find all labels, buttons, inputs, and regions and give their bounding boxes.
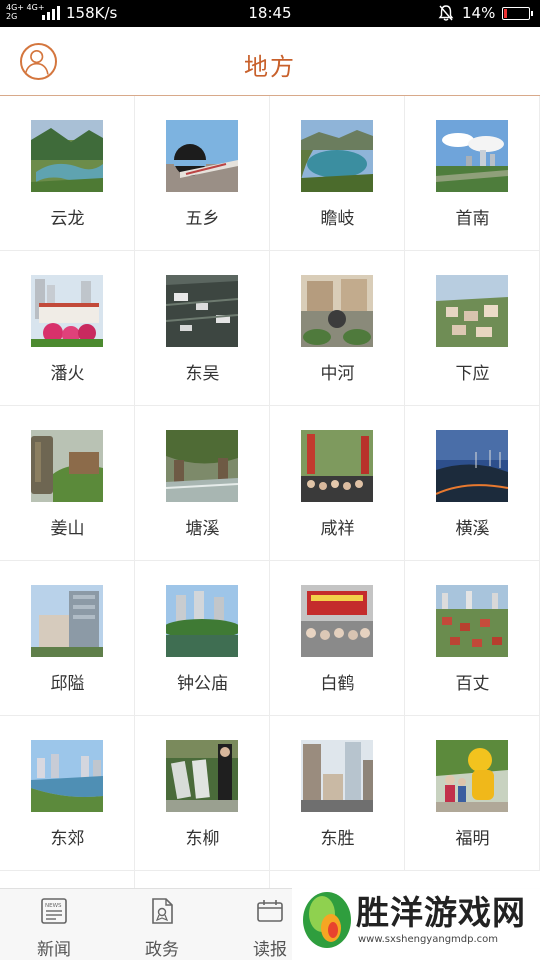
place-item[interactable]: 中河 — [270, 251, 405, 406]
mountain-lake-photo — [31, 120, 103, 192]
place-item[interactable]: 东胜 — [270, 716, 405, 871]
place-label: 姜山 — [50, 519, 85, 539]
park-towers-photo — [166, 585, 238, 657]
place-item[interactable]: 东柳 — [135, 716, 270, 871]
place-label: 中河 — [320, 364, 355, 384]
street-towers-photo — [301, 740, 373, 812]
place-label: 东柳 — [185, 829, 220, 849]
stage-crowd-photo — [301, 585, 373, 657]
place-label: 邱隘 — [50, 674, 85, 694]
stream-photo — [166, 430, 238, 502]
place-label: 东胜 — [320, 829, 355, 849]
place-item[interactable]: 五乡 — [135, 96, 270, 251]
place-label: 潘火 — [50, 364, 85, 384]
place-label: 钟公庙 — [177, 674, 228, 694]
watermark: 胜洋游戏网 www.sxshengyangmdp.com — [292, 878, 540, 960]
nav-label-news: 新闻 — [37, 940, 71, 960]
clock: 18:45 — [248, 4, 292, 22]
festival-crowd-photo — [301, 430, 373, 502]
place-item[interactable]: 潘火 — [0, 251, 135, 406]
place-label: 塘溪 — [185, 519, 220, 539]
lion-dance-photo — [436, 740, 508, 812]
place-item[interactable]: 东郊 — [0, 716, 135, 871]
nav-label-government: 政务 — [145, 940, 179, 960]
watermark-logo-icon — [303, 892, 351, 948]
reader-icon — [257, 900, 283, 922]
place-label: 五乡 — [185, 209, 220, 229]
nav-item-government[interactable]: 政务 — [108, 889, 216, 960]
place-item[interactable]: 钟公庙 — [135, 561, 270, 716]
battery-percent: 14% — [462, 4, 496, 22]
plaza-statue-photo — [301, 275, 373, 347]
status-bar: 4G+ 4G+ 2G 158K/s 18:45 14% — [0, 0, 540, 27]
exhibition-photo — [166, 740, 238, 812]
place-label: 白鹤 — [320, 674, 355, 694]
building-flowers-photo — [31, 275, 103, 347]
svg-text:NEWS: NEWS — [45, 903, 62, 909]
place-item[interactable]: 东吴 — [135, 251, 270, 406]
watermark-text: 胜洋游戏网 — [356, 893, 526, 932]
place-label: 东吴 — [185, 364, 220, 384]
place-label: 云龙 — [50, 209, 85, 229]
document-icon — [152, 898, 173, 924]
place-item[interactable]: 姜山 — [0, 406, 135, 561]
place-label: 下应 — [455, 364, 490, 384]
place-item[interactable]: 百丈 — [405, 561, 540, 716]
nav-item-news[interactable]: NEWS 新闻 — [0, 889, 108, 960]
place-label: 瞻岐 — [320, 209, 355, 229]
watermark-url: www.sxshengyangmdp.com — [358, 934, 499, 945]
place-item[interactable]: 塘溪 — [135, 406, 270, 561]
place-item[interactable]: 横溪 — [405, 406, 540, 561]
place-item[interactable]: 白鹤 — [270, 561, 405, 716]
bridge-photo — [166, 120, 238, 192]
village-roofs-photo — [166, 275, 238, 347]
battery-icon — [502, 7, 533, 20]
office-building-photo — [31, 585, 103, 657]
place-item[interactable]: 首南 — [405, 96, 540, 251]
place-label: 百丈 — [455, 674, 490, 694]
place-item[interactable]: 邱隘 — [0, 561, 135, 716]
river-city-photo — [31, 740, 103, 812]
place-label: 福明 — [455, 829, 490, 849]
app-header: 地方 — [0, 27, 540, 96]
page-title: 地方 — [244, 53, 296, 81]
place-item[interactable]: 福明 — [405, 716, 540, 871]
place-label: 横溪 — [455, 519, 490, 539]
place-item[interactable]: 咸祥 — [270, 406, 405, 561]
sunset-hills-photo — [436, 430, 508, 502]
reservoir-photo — [301, 120, 373, 192]
place-item[interactable]: 下应 — [405, 251, 540, 406]
place-label: 首南 — [455, 209, 490, 229]
place-label: 咸祥 — [320, 519, 355, 539]
place-item[interactable]: 瞻岐 — [270, 96, 405, 251]
place-label: 东郊 — [50, 829, 85, 849]
city-skyline-photo — [436, 120, 508, 192]
town-aerial-photo — [436, 275, 508, 347]
place-item[interactable]: 云龙 — [0, 96, 135, 251]
newspaper-icon: NEWS — [41, 898, 67, 924]
city-aerial-photo — [436, 585, 508, 657]
silent-bell-icon — [438, 5, 454, 21]
stone-monument-photo — [31, 430, 103, 502]
